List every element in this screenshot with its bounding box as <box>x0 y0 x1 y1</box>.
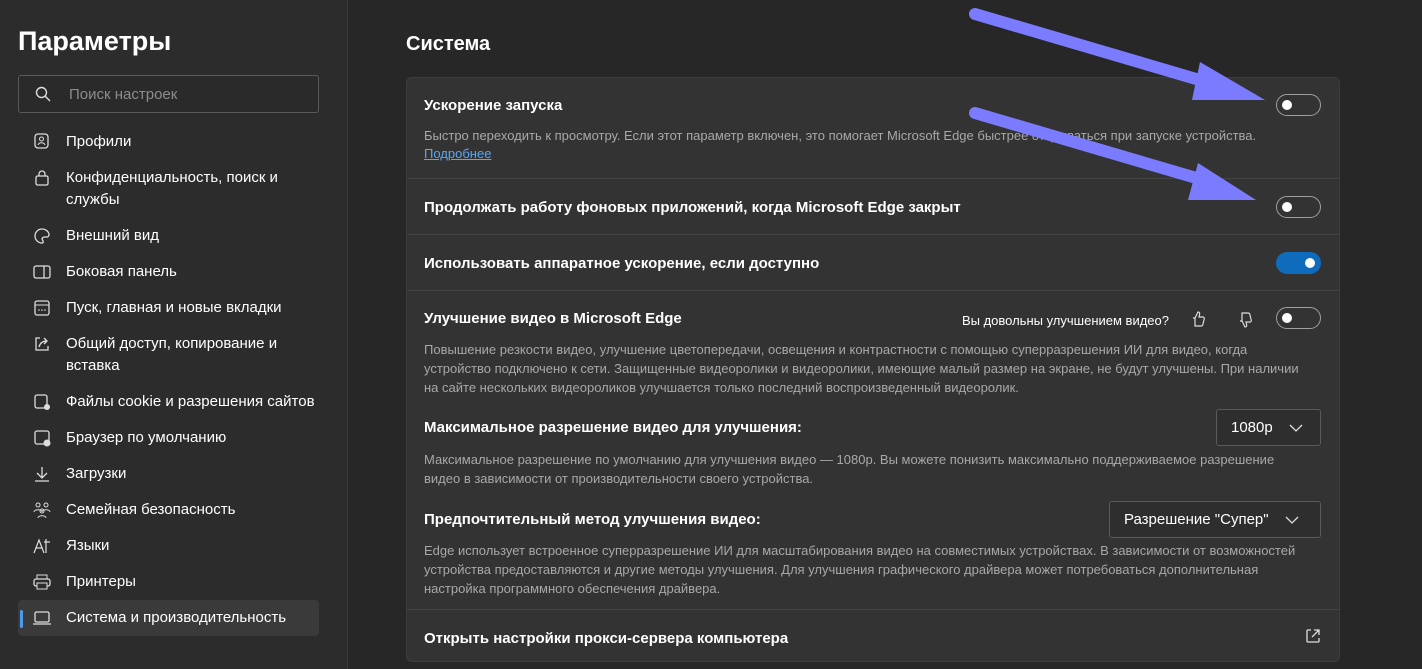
sidebar-item[interactable]: Языки <box>18 528 319 564</box>
thumbs-up-icon[interactable] <box>1190 310 1206 328</box>
sidebar-icon <box>32 261 52 283</box>
sidebar-item-label: Система и производительность <box>66 609 287 626</box>
background-apps-row: Продолжать работу фоновых приложений, ко… <box>407 178 1339 234</box>
sidebar-item[interactable]: Принтеры <box>18 564 319 600</box>
sidebar-item-label: Внешний вид <box>66 227 159 244</box>
enhance-method-label: Предпочтительный метод улучшения видео: <box>424 511 761 528</box>
palette-icon <box>32 225 52 247</box>
max-resolution-value: 1080p <box>1231 419 1273 436</box>
video-enhance-label: Улучшение видео в Microsoft Edge <box>424 310 682 327</box>
default-browser-icon <box>32 427 52 449</box>
startup-boost-toggle[interactable] <box>1276 94 1321 116</box>
startup-boost-row: Ускорение запуска Быстро переходить к пр… <box>407 78 1339 178</box>
sidebar-item[interactable]: Общий доступ, копирование и вставка <box>18 326 319 384</box>
home-tab-icon <box>32 297 52 319</box>
chevron-down-icon <box>1289 424 1303 432</box>
sidebar-item-label: Загрузки <box>66 465 127 482</box>
sidebar-item[interactable]: Файлы cookie и разрешения сайтов <box>18 384 319 420</box>
search-input[interactable] <box>69 85 289 103</box>
page-title: Система <box>406 33 491 55</box>
sidebar-title: Параметры <box>18 26 172 56</box>
enhance-method-dropdown[interactable]: Разрешение "Супер" <box>1109 501 1321 538</box>
enhance-method-desc: Edge использует встроенное суперразрешен… <box>424 543 1296 596</box>
hw-accel-row: Использовать аппаратное ускорение, если … <box>407 234 1339 290</box>
sidebar-item[interactable]: Профили <box>18 124 319 160</box>
startup-boost-desc: Быстро переходить к просмотру. Если этот… <box>424 128 1257 143</box>
proxy-label: Открыть настройки прокси-сервера компьют… <box>424 630 789 647</box>
sidebar-item-label: Браузер по умолчанию <box>66 429 227 446</box>
sidebar-item-label: Боковая панель <box>66 263 177 280</box>
search-box[interactable] <box>18 75 319 113</box>
sidebar-item[interactable]: Конфиденциальность, поиск и службы <box>18 160 319 218</box>
lock-icon <box>32 167 52 189</box>
startup-boost-label: Ускорение запуска <box>424 97 563 114</box>
chevron-down-icon <box>1285 516 1299 524</box>
video-feedback-question: Вы довольны улучшением видео? <box>961 313 1169 328</box>
download-icon <box>32 463 52 485</box>
printer-icon <box>32 571 52 593</box>
sidebar-item[interactable]: Система и производительность <box>18 600 319 636</box>
external-link-icon[interactable] <box>1305 628 1321 644</box>
sidebar-item-label: Семейная безопасность <box>66 501 236 518</box>
sidebar-item-label: Конфиденциальность, поиск и службы <box>66 169 278 208</box>
sidebar-item-label: Профили <box>66 133 132 150</box>
sidebar-item-label: Языки <box>66 537 110 554</box>
sidebar-item[interactable]: Семейная безопасность <box>18 492 319 528</box>
cookie-settings-icon <box>32 391 52 413</box>
sidebar-item[interactable]: Внешний вид <box>18 218 319 254</box>
background-apps-toggle[interactable] <box>1276 196 1321 218</box>
family-icon <box>32 499 52 521</box>
search-icon <box>35 86 51 102</box>
languages-icon <box>32 535 52 557</box>
hw-accel-toggle[interactable] <box>1276 252 1321 274</box>
profile-icon <box>32 131 52 153</box>
thumbs-down-icon[interactable] <box>1237 311 1253 329</box>
max-resolution-dropdown[interactable]: 1080p <box>1216 409 1321 446</box>
sidebar-item-label: Пуск, главная и новые вкладки <box>66 299 282 316</box>
settings-card: Ускорение запуска Быстро переходить к пр… <box>406 77 1340 662</box>
video-enhance-row: Улучшение видео в Microsoft Edge Вы дово… <box>407 290 1339 609</box>
sidebar-item[interactable]: Загрузки <box>18 456 319 492</box>
sidebar-item[interactable]: Пуск, главная и новые вкладки <box>18 290 319 326</box>
hw-accel-label: Использовать аппаратное ускорение, если … <box>424 255 820 272</box>
enhance-method-value: Разрешение "Супер" <box>1124 511 1269 528</box>
sidebar-item-label: Файлы cookie и разрешения сайтов <box>66 393 315 410</box>
sidebar-item-label: Общий доступ, копирование и вставка <box>66 335 278 374</box>
video-enhance-toggle[interactable] <box>1276 307 1321 329</box>
max-resolution-label: Максимальное разрешение видео для улучше… <box>424 419 802 436</box>
sidebar-item[interactable]: Боковая панель <box>18 254 319 290</box>
sidebar-nav: Профили Конфиденциальность, поиск и служб… <box>18 124 319 636</box>
sidebar: Параметры Профили Конфиденциальность, пои… <box>0 0 348 669</box>
video-enhance-desc: Повышение резкости видео, улучшение цвет… <box>424 342 1299 395</box>
sidebar-item-label: Принтеры <box>66 573 136 590</box>
learn-more-link[interactable]: Подробнее <box>424 146 491 161</box>
share-icon <box>32 333 52 355</box>
background-apps-label: Продолжать работу фоновых приложений, ко… <box>424 199 961 216</box>
sidebar-item[interactable]: Браузер по умолчанию <box>18 420 319 456</box>
laptop-icon <box>32 607 52 629</box>
proxy-row[interactable]: Открыть настройки прокси-сервера компьют… <box>407 609 1339 663</box>
max-resolution-desc: Максимальное разрешение по умолчанию для… <box>424 452 1275 486</box>
